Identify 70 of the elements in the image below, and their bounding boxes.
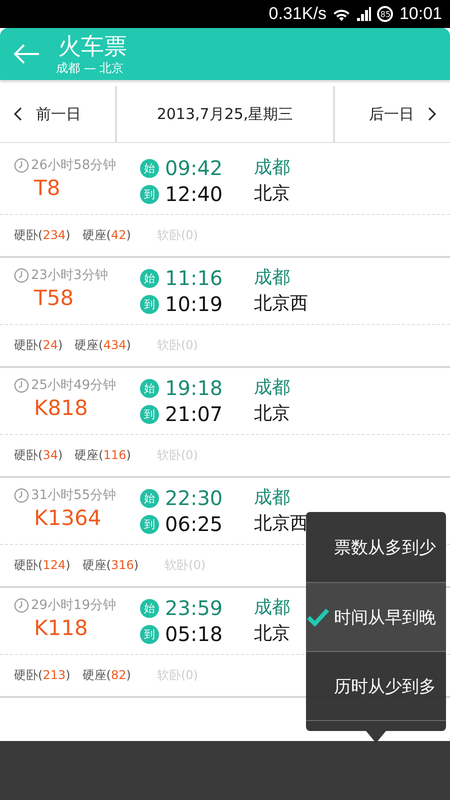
chevron-right-icon <box>428 107 436 121</box>
next-day-button[interactable]: 后一日 <box>333 86 450 142</box>
depart-badge: 始 <box>140 378 159 398</box>
arrive-badge: 到 <box>140 624 159 644</box>
checkmark-icon <box>306 608 330 626</box>
arrival-time: 05:18 <box>165 622 223 646</box>
page-title: 火车票 <box>58 33 127 61</box>
arrival-station: 北京西 <box>254 292 308 316</box>
sort-option[interactable]: 票数从多到少 <box>306 512 446 583</box>
departure-station: 成都 <box>254 596 290 620</box>
travel-duration: 25小时49分钟 <box>31 377 116 394</box>
clock-icon <box>14 598 29 612</box>
departure-time: 19:18 <box>165 376 223 400</box>
chevron-left-icon <box>14 107 22 121</box>
arrive-badge: 到 <box>140 514 159 534</box>
depart-badge: 始 <box>140 268 159 288</box>
departure-time: 23:59 <box>165 596 223 620</box>
sort-option[interactable]: 时间从早到晚 <box>306 583 446 652</box>
train-number: K118 <box>33 616 89 640</box>
seat-availability: 硬座(116) <box>74 447 131 464</box>
seat-availability: 硬座(82) <box>82 667 131 684</box>
back-arrow-icon[interactable] <box>14 44 40 64</box>
seat-availability: 硬座(42) <box>82 227 131 244</box>
train-number: T8 <box>33 176 62 200</box>
travel-duration: 23小时3分钟 <box>31 267 108 284</box>
depart-badge: 始 <box>140 158 159 178</box>
train-number: T58 <box>33 286 75 310</box>
depart-badge: 始 <box>140 598 159 618</box>
clock-icon <box>14 268 29 282</box>
departure-station: 成都 <box>254 376 290 400</box>
travel-duration: 26小时58分钟 <box>31 157 116 174</box>
travel-duration: 31小时55分钟 <box>31 487 116 504</box>
train-number: K818 <box>33 396 89 420</box>
network-speed: 0.31K/s <box>268 4 326 24</box>
seat-availability: 硬卧(34) <box>14 447 63 464</box>
departure-station: 成都 <box>254 156 290 180</box>
departure-time: 22:30 <box>165 486 223 510</box>
departure-station: 成都 <box>254 266 291 290</box>
arrival-station: 北京 <box>254 182 290 206</box>
arrive-badge: 到 <box>140 294 159 314</box>
arrival-time: 10:19 <box>165 292 223 316</box>
seat-availability: 硬卧(234) <box>14 227 70 244</box>
arrive-badge: 到 <box>140 184 159 204</box>
arrival-time: 21:07 <box>165 402 223 426</box>
departure-station: 成都 <box>254 486 291 510</box>
travel-duration: 29小时19分钟 <box>31 597 116 614</box>
clock-icon <box>14 378 29 392</box>
signal-icon <box>357 7 372 21</box>
seat-availability: 硬卧(124) <box>14 557 70 574</box>
current-date: 2013,7月25,星期三 <box>156 104 294 124</box>
train-number: K1364 <box>33 506 102 530</box>
route-subtitle: 成都 — 北京 <box>56 61 125 75</box>
clock-icon <box>14 158 29 172</box>
arrival-station: 北京 <box>254 402 290 426</box>
seat-availability: 硬座(316) <box>82 557 139 574</box>
battery-level: 85 <box>377 6 394 22</box>
arrival-time: 06:25 <box>165 512 223 536</box>
sort-option[interactable]: 历时从少到多 <box>306 652 446 721</box>
seat-availability: 硬卧(24) <box>14 337 63 354</box>
seat-availability: 硬卧(213) <box>14 667 70 684</box>
previous-day-button[interactable]: 前一日 <box>0 86 117 142</box>
arrive-badge: 到 <box>140 404 159 424</box>
arrival-time: 12:40 <box>165 182 223 206</box>
clock-icon <box>14 488 29 502</box>
depart-badge: 始 <box>140 488 159 508</box>
departure-time: 09:42 <box>165 156 223 180</box>
departure-time: 11:16 <box>165 266 223 290</box>
arrival-station: 北京 <box>254 622 290 646</box>
seat-availability: 硬座(434) <box>74 337 131 354</box>
clock-time: 10:01 <box>399 4 442 24</box>
